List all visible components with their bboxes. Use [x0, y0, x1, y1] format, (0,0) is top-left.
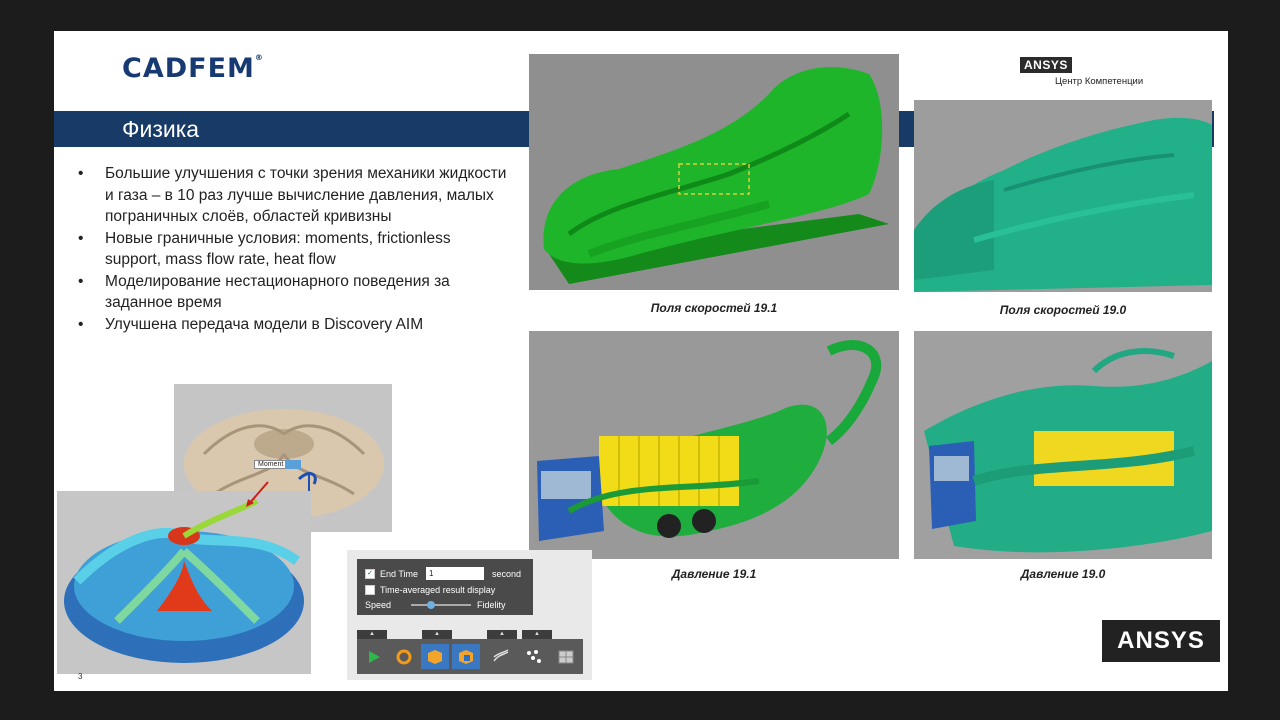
end-time-checkbox[interactable]: ✓ — [365, 568, 375, 579]
impeller-results-image — [57, 491, 311, 674]
speed-fidelity-slider[interactable] — [411, 601, 472, 609]
options-box: ✓ End Time 1 second Time-averaged result… — [357, 559, 533, 615]
play-icon[interactable] — [360, 644, 388, 669]
toolbar-tabs: ▲ ▲ ▲ ▲ — [357, 630, 583, 639]
pressure-19-0-image — [914, 331, 1212, 559]
slide-title: Физика — [122, 116, 200, 142]
toolbar-tab[interactable]: ▲ — [487, 630, 517, 639]
ansys-logo: ANSYS — [1102, 620, 1220, 662]
cadfem-logo: CADFEM® — [122, 53, 264, 84]
transient-settings-panel: ✓ End Time 1 second Time-averaged result… — [347, 550, 592, 680]
bullet-item: Новые граничные условия: moments, fricti… — [78, 228, 508, 271]
particles-icon[interactable] — [520, 644, 548, 669]
reset-icon[interactable] — [390, 644, 418, 669]
time-averaged-checkbox[interactable] — [365, 585, 375, 595]
ansys-small-mark: ANSYS — [1020, 57, 1072, 73]
fidelity-label: Fidelity — [477, 600, 506, 610]
solver-toolbar — [357, 639, 583, 674]
velocity-field-19-1-image — [529, 54, 899, 290]
arrow-icon — [246, 481, 269, 507]
bullet-item: Большие улучшения с точки зрения механик… — [78, 163, 508, 228]
mesh-icon[interactable] — [552, 644, 580, 669]
end-time-input[interactable]: 1 — [426, 567, 485, 580]
toolbar-tab[interactable]: ▲ — [357, 630, 387, 639]
cube-blue-icon[interactable] — [452, 644, 480, 669]
velocity-field-19-0-image — [914, 100, 1212, 292]
caption-velocity-19-0: Поля скоростей 19.0 — [999, 303, 1127, 317]
caption-pressure-19-0: Давление 19.0 — [1020, 567, 1106, 581]
end-time-unit: second — [492, 568, 522, 579]
page-number: 3 — [78, 672, 83, 681]
time-averaged-label: Time-averaged result display — [380, 585, 496, 595]
caption-velocity-19-1: Поля скоростей 19.1 — [650, 301, 778, 315]
slide: CADFEM® ANSYS Центр Компетенции Физика Б… — [54, 31, 1228, 691]
speed-label: Speed — [365, 600, 392, 610]
flow-lines-icon[interactable] — [487, 644, 515, 669]
moment-label: Moment — [254, 460, 288, 469]
bullet-item: Улучшена передача модели в Discovery AIM — [78, 314, 508, 336]
bullet-list: Большие улучшения с точки зрения механик… — [78, 163, 508, 335]
bullet-item: Моделирование нестационарного поведения … — [78, 271, 508, 314]
moment-value-field[interactable] — [285, 460, 301, 469]
toolbar-tab[interactable]: ▲ — [422, 630, 452, 639]
competence-center-label: Центр Компетенции — [1055, 76, 1144, 87]
pressure-19-1-image — [529, 331, 899, 559]
end-time-label: End Time — [380, 568, 419, 579]
cube-orange-icon[interactable] — [421, 644, 449, 669]
ansys-competence-logo: ANSYS Центр Компетенции — [1020, 56, 1143, 87]
toolbar-tab[interactable]: ▲ — [522, 630, 552, 639]
